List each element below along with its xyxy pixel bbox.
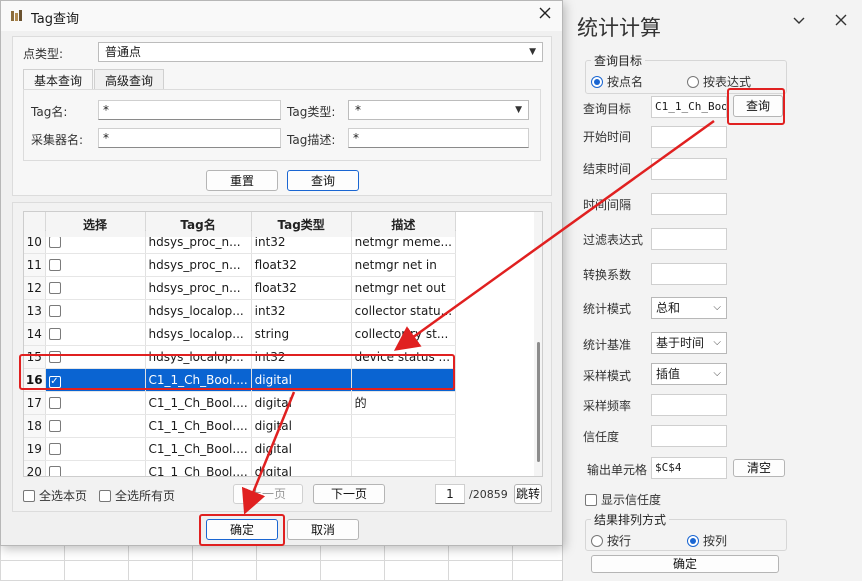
column-header-tag-name[interactable]: Tag名 bbox=[145, 212, 252, 238]
column-header-tag-type[interactable]: Tag类型 bbox=[251, 212, 352, 238]
annotation-arrows bbox=[241, 119, 715, 515]
arrow-to-ok-button bbox=[241, 391, 296, 515]
row-number-header bbox=[24, 212, 46, 238]
column-header-select[interactable]: 选择 bbox=[45, 212, 146, 238]
column-header-description[interactable]: 描述 bbox=[351, 212, 457, 238]
